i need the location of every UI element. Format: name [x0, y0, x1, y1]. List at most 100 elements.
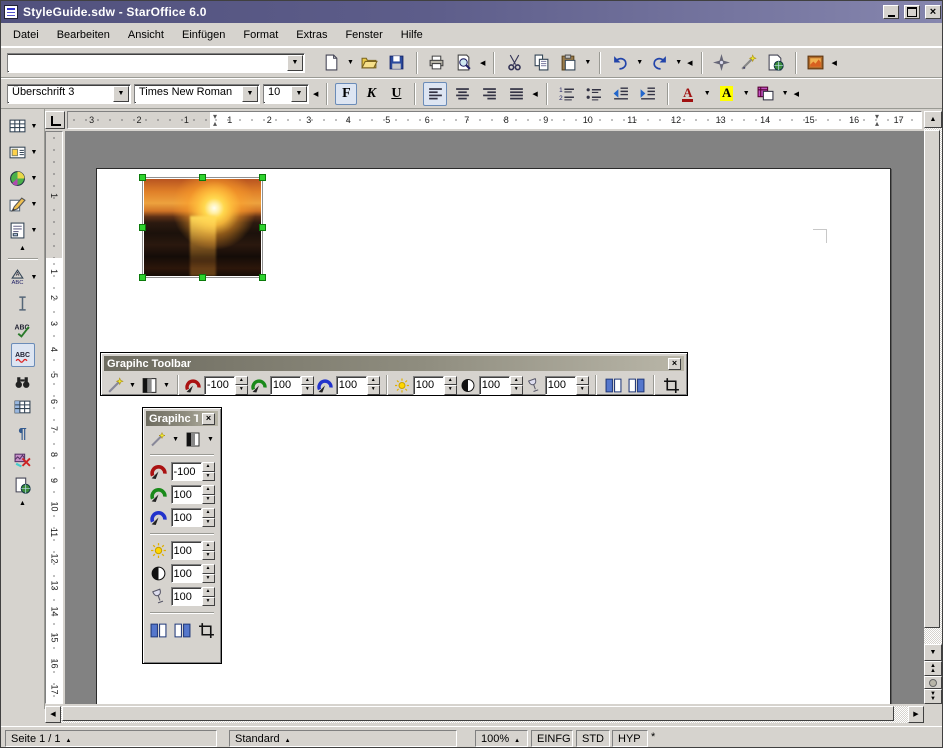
- spin-down-icon[interactable]: [202, 597, 215, 607]
- resize-handle-se[interactable]: [259, 274, 266, 281]
- horizontal-scroll-thumb[interactable]: [62, 706, 894, 721]
- spin-down-icon[interactable]: [202, 518, 215, 528]
- undo-button[interactable]: [608, 51, 632, 75]
- brightness-value[interactable]: 100: [171, 541, 202, 560]
- right-indent-marker-icon[interactable]: ▾▴: [873, 113, 881, 127]
- flip-vertical-button[interactable]: [172, 620, 192, 640]
- cut-button[interactable]: [502, 51, 526, 75]
- insert-object-button[interactable]: [7, 166, 29, 190]
- font-color-button[interactable]: A: [676, 82, 700, 106]
- spin-down-icon[interactable]: [202, 495, 215, 505]
- bold-button[interactable]: F: [335, 83, 357, 105]
- paste-dropdown-icon[interactable]: [583, 59, 592, 66]
- indent-marker-icon[interactable]: ▾▴: [211, 113, 219, 127]
- brightness-spinner[interactable]: 100: [413, 376, 457, 395]
- highlighting-button[interactable]: A: [715, 82, 739, 106]
- hyperlink-button[interactable]: [764, 51, 788, 75]
- decrease-indent-button[interactable]: [609, 82, 633, 106]
- resize-handle-e[interactable]: [259, 224, 266, 231]
- spin-up-icon[interactable]: [444, 376, 457, 386]
- contrast-spinner[interactable]: 100: [171, 564, 215, 583]
- green-value[interactable]: 100: [171, 485, 202, 504]
- spin-up-icon[interactable]: [202, 541, 215, 551]
- insert-table-button[interactable]: [7, 114, 29, 138]
- graphics-mode-dropdown-icon[interactable]: [162, 382, 171, 389]
- paragraph-background-button[interactable]: [754, 82, 778, 106]
- resize-handle-s[interactable]: [199, 274, 206, 281]
- bullet-list-button[interactable]: [582, 82, 606, 106]
- spin-up-icon[interactable]: [576, 376, 589, 386]
- status-zoom[interactable]: 100%: [475, 730, 528, 747]
- crop-button[interactable]: [196, 620, 216, 640]
- close-icon[interactable]: ×: [202, 413, 215, 425]
- nonprinting-characters-button[interactable]: ¶: [12, 421, 34, 445]
- filter-button[interactable]: [149, 430, 167, 448]
- scroll-right-button[interactable]: [908, 706, 924, 723]
- insert-object-dropdown-icon[interactable]: [30, 175, 39, 182]
- resize-handle-w[interactable]: [139, 224, 146, 231]
- toolbar-overflow-icon[interactable]: [479, 59, 486, 67]
- align-left-button[interactable]: [423, 82, 447, 106]
- spin-down-icon[interactable]: [202, 472, 215, 482]
- flip-vertical-button[interactable]: [626, 374, 647, 396]
- vertical-scroll-thumb[interactable]: [924, 130, 940, 628]
- online-layout-button[interactable]: [12, 473, 34, 497]
- green-spinner[interactable]: 100: [171, 485, 215, 504]
- menu-item[interactable]: Hilfe: [393, 26, 431, 44]
- toolbar-overflow-icon[interactable]: [686, 59, 693, 67]
- menu-item[interactable]: Format: [235, 26, 286, 44]
- navigation-button[interactable]: [924, 676, 942, 689]
- menu-item[interactable]: Datei: [5, 26, 47, 44]
- paragraph-background-dropdown-icon[interactable]: [781, 90, 790, 97]
- graphic-toolbar-vertical-window[interactable]: Grapihc T × -100 100: [142, 407, 222, 664]
- insert-table-dropdown-icon[interactable]: [30, 123, 39, 130]
- spin-up-icon[interactable]: [235, 376, 248, 386]
- blue-spinner[interactable]: 100: [171, 508, 215, 527]
- graphics-mode-button[interactable]: [140, 375, 159, 395]
- contrast-spinner[interactable]: 100: [479, 376, 523, 395]
- graphic-toolbar-titlebar[interactable]: Grapihc Toolbar ×: [104, 356, 684, 371]
- green-value[interactable]: 100: [270, 376, 301, 395]
- resize-handle-nw[interactable]: [139, 174, 146, 181]
- red-spinner[interactable]: -100: [171, 462, 215, 481]
- paragraph-style-combobox[interactable]: Überschrift 3: [7, 84, 131, 104]
- maximize-button[interactable]: [904, 5, 920, 19]
- resize-handle-n[interactable]: [199, 174, 206, 181]
- filter-button[interactable]: [106, 375, 125, 395]
- autotext-button[interactable]: AABC: [7, 265, 29, 289]
- crop-button[interactable]: [661, 374, 682, 396]
- blue-value[interactable]: 100: [336, 376, 367, 395]
- gamma-spinner[interactable]: 100: [545, 376, 589, 395]
- url-input[interactable]: [8, 55, 286, 71]
- status-page-style[interactable]: Standard: [229, 730, 457, 747]
- blue-spinner[interactable]: 100: [336, 376, 380, 395]
- font-color-dropdown-icon[interactable]: [703, 90, 712, 97]
- draw-functions-button[interactable]: [7, 192, 29, 216]
- copy-button[interactable]: [529, 51, 553, 75]
- gamma-value[interactable]: 100: [171, 587, 202, 606]
- spin-up-icon[interactable]: [367, 376, 380, 386]
- toolbar-overflow-icon[interactable]: [793, 90, 800, 98]
- graphics-on-off-button[interactable]: [12, 447, 34, 471]
- graphics-mode-button[interactable]: [184, 430, 202, 448]
- align-right-button[interactable]: [477, 82, 501, 106]
- spin-down-icon[interactable]: [510, 385, 523, 395]
- spin-up-icon[interactable]: [202, 485, 215, 495]
- filter-dropdown-icon[interactable]: [128, 382, 137, 389]
- menu-item[interactable]: Extras: [288, 26, 335, 44]
- font-dropdown-button[interactable]: [242, 86, 258, 102]
- highlighting-dropdown-icon[interactable]: [742, 90, 751, 97]
- toolbar-overflow-icon[interactable]: [312, 90, 319, 98]
- red-value[interactable]: -100: [171, 462, 202, 481]
- horizontal-scroll-track[interactable]: [61, 706, 908, 723]
- menu-item[interactable]: Einfügen: [174, 26, 233, 44]
- align-center-button[interactable]: [450, 82, 474, 106]
- resize-handle-sw[interactable]: [139, 274, 146, 281]
- redo-dropdown-icon[interactable]: [674, 59, 683, 66]
- status-selection-mode[interactable]: STD: [576, 730, 610, 747]
- selected-image-frame[interactable]: [142, 177, 263, 278]
- find-button[interactable]: [12, 369, 34, 393]
- contrast-value[interactable]: 100: [479, 376, 510, 395]
- spellcheck-button[interactable]: ABC: [12, 317, 34, 341]
- open-button[interactable]: [358, 51, 382, 75]
